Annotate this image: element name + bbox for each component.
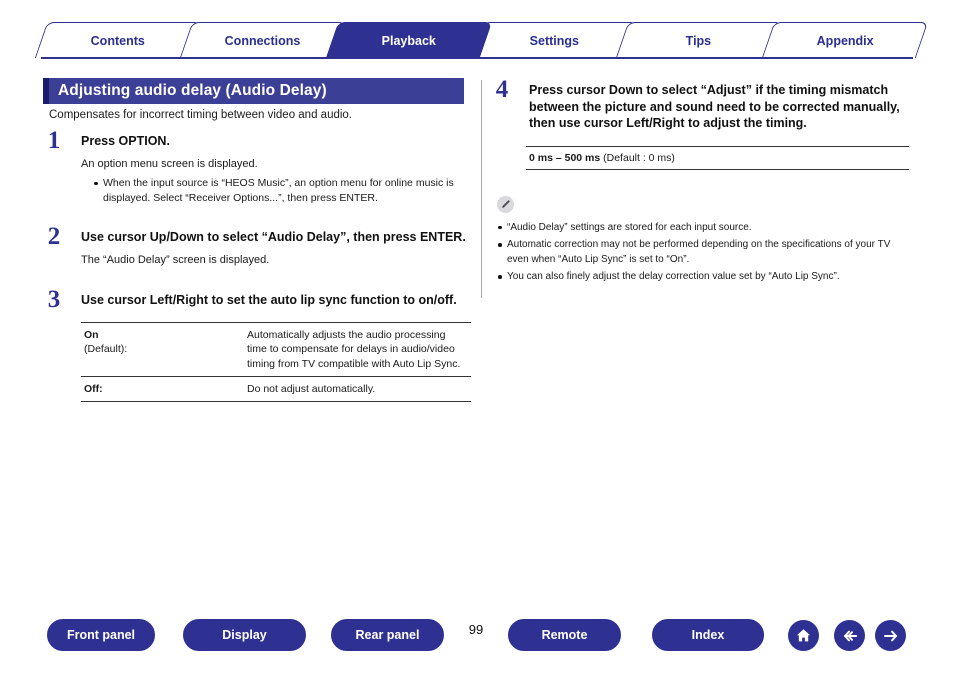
tab-playback[interactable]: Playback [325,22,493,58]
option-on-key: On (Default): [81,323,244,377]
tab-settings-label: Settings [529,33,579,48]
right-column: 4 Press cursor Down to select “Adjust” i… [489,76,914,288]
step-2-number: 2 [47,223,61,251]
table-row: Off: Do not adjust automatically. [81,376,471,402]
tab-connections-label: Connections [225,33,302,48]
step-3-number: 3 [47,285,61,313]
arrow-right-icon[interactable] [875,620,906,651]
option-off-colon: : [99,382,103,395]
step-1: 1 Press OPTION. An option menu screen is… [41,127,481,205]
tab-settings[interactable]: Settings [470,22,638,58]
tab-appendix[interactable]: Appendix [761,22,929,58]
range-value: 0 ms – 500 ms [529,151,601,164]
option-on-value: Automatically adjusts the audio processi… [247,329,461,370]
tab-playback-label: Playback [381,33,436,48]
tab-tips-label: Tips [686,33,713,48]
list-item: “Audio Delay” settings are stored for ea… [497,221,912,236]
step-4-number: 4 [495,76,509,103]
range-cell: 0 ms – 500 ms (Default : 0 ms) [526,146,909,169]
auto-lip-sync-options-table: On (Default): Automatically adjusts the … [81,322,471,402]
rear-panel-button[interactable]: Rear panel [331,619,444,651]
table-row: 0 ms – 500 ms (Default : 0 ms) [526,146,909,169]
home-icon[interactable] [788,620,819,651]
list-item: Automatic correction may not be performe… [497,238,912,267]
step-1-subtext: An option menu screen is displayed. [81,157,258,170]
option-off-label: Off [84,382,100,395]
adjust-range-table: 0 ms – 500 ms (Default : 0 ms) [526,146,909,170]
step-1-bullets: When the input source is “HEOS Music”, a… [81,176,481,205]
page-number: 99 [468,622,484,637]
option-on-label: On [84,329,99,342]
range-default: (Default : 0 ms) [603,151,675,164]
notes-list: “Audio Delay” settings are stored for ea… [497,221,912,285]
arrow-left-icon[interactable] [834,620,865,651]
display-button[interactable]: Display [183,619,306,651]
page-title-bar: Adjusting audio delay (Audio Delay) [43,78,464,104]
tab-appendix-label: Appendix [816,33,874,48]
step-3-heading: Use cursor Left/Right to set the auto li… [81,292,457,307]
index-button[interactable]: Index [652,619,764,651]
step-2: 2 Use cursor Up/Down to select “Audio De… [41,223,481,267]
option-on-default: (Default) [84,343,125,356]
step-2-subtext: The “Audio Delay” screen is displayed. [81,253,270,266]
step-3: 3 Use cursor Left/Right to set the auto … [41,286,481,313]
notes-block: “Audio Delay” settings are stored for ea… [497,195,912,285]
tab-connections[interactable]: Connections [180,22,347,58]
step-1-number: 1 [47,127,61,154]
tab-tips[interactable]: Tips [616,22,783,58]
step-1-heading: Press OPTION. [81,134,170,148]
option-off-value: Do not adjust automatically. [247,382,376,395]
step-4: 4 Press cursor Down to select “Adjust” i… [489,76,914,132]
tab-contents-label: Contents [90,33,146,48]
page-title: Adjusting audio delay (Audio Delay) [58,82,327,99]
step-2-heading: Use cursor Up/Down to select “Audio Dela… [81,230,466,245]
list-item: When the input source is “HEOS Music”, a… [94,176,481,205]
option-off-key: Off: [81,376,244,401]
option-on-colon: : [124,343,128,356]
table-row: On (Default): Automatically adjusts the … [81,322,471,377]
remote-button[interactable]: Remote [508,619,621,651]
tab-contents[interactable]: Contents [34,22,202,58]
top-tab-bar: Contents Connections Playback Settings T… [34,22,929,58]
page-intro: Compensates for incorrect timing between… [49,109,353,121]
list-item: You can also finely adjust the delay cor… [497,270,912,285]
front-panel-button[interactable]: Front panel [47,619,155,651]
step-4-heading: Press cursor Down to select “Adjust” if … [529,83,900,130]
column-divider [481,80,482,298]
pencil-note-icon [497,195,514,213]
left-column: 1 Press OPTION. An option menu screen is… [41,127,481,402]
